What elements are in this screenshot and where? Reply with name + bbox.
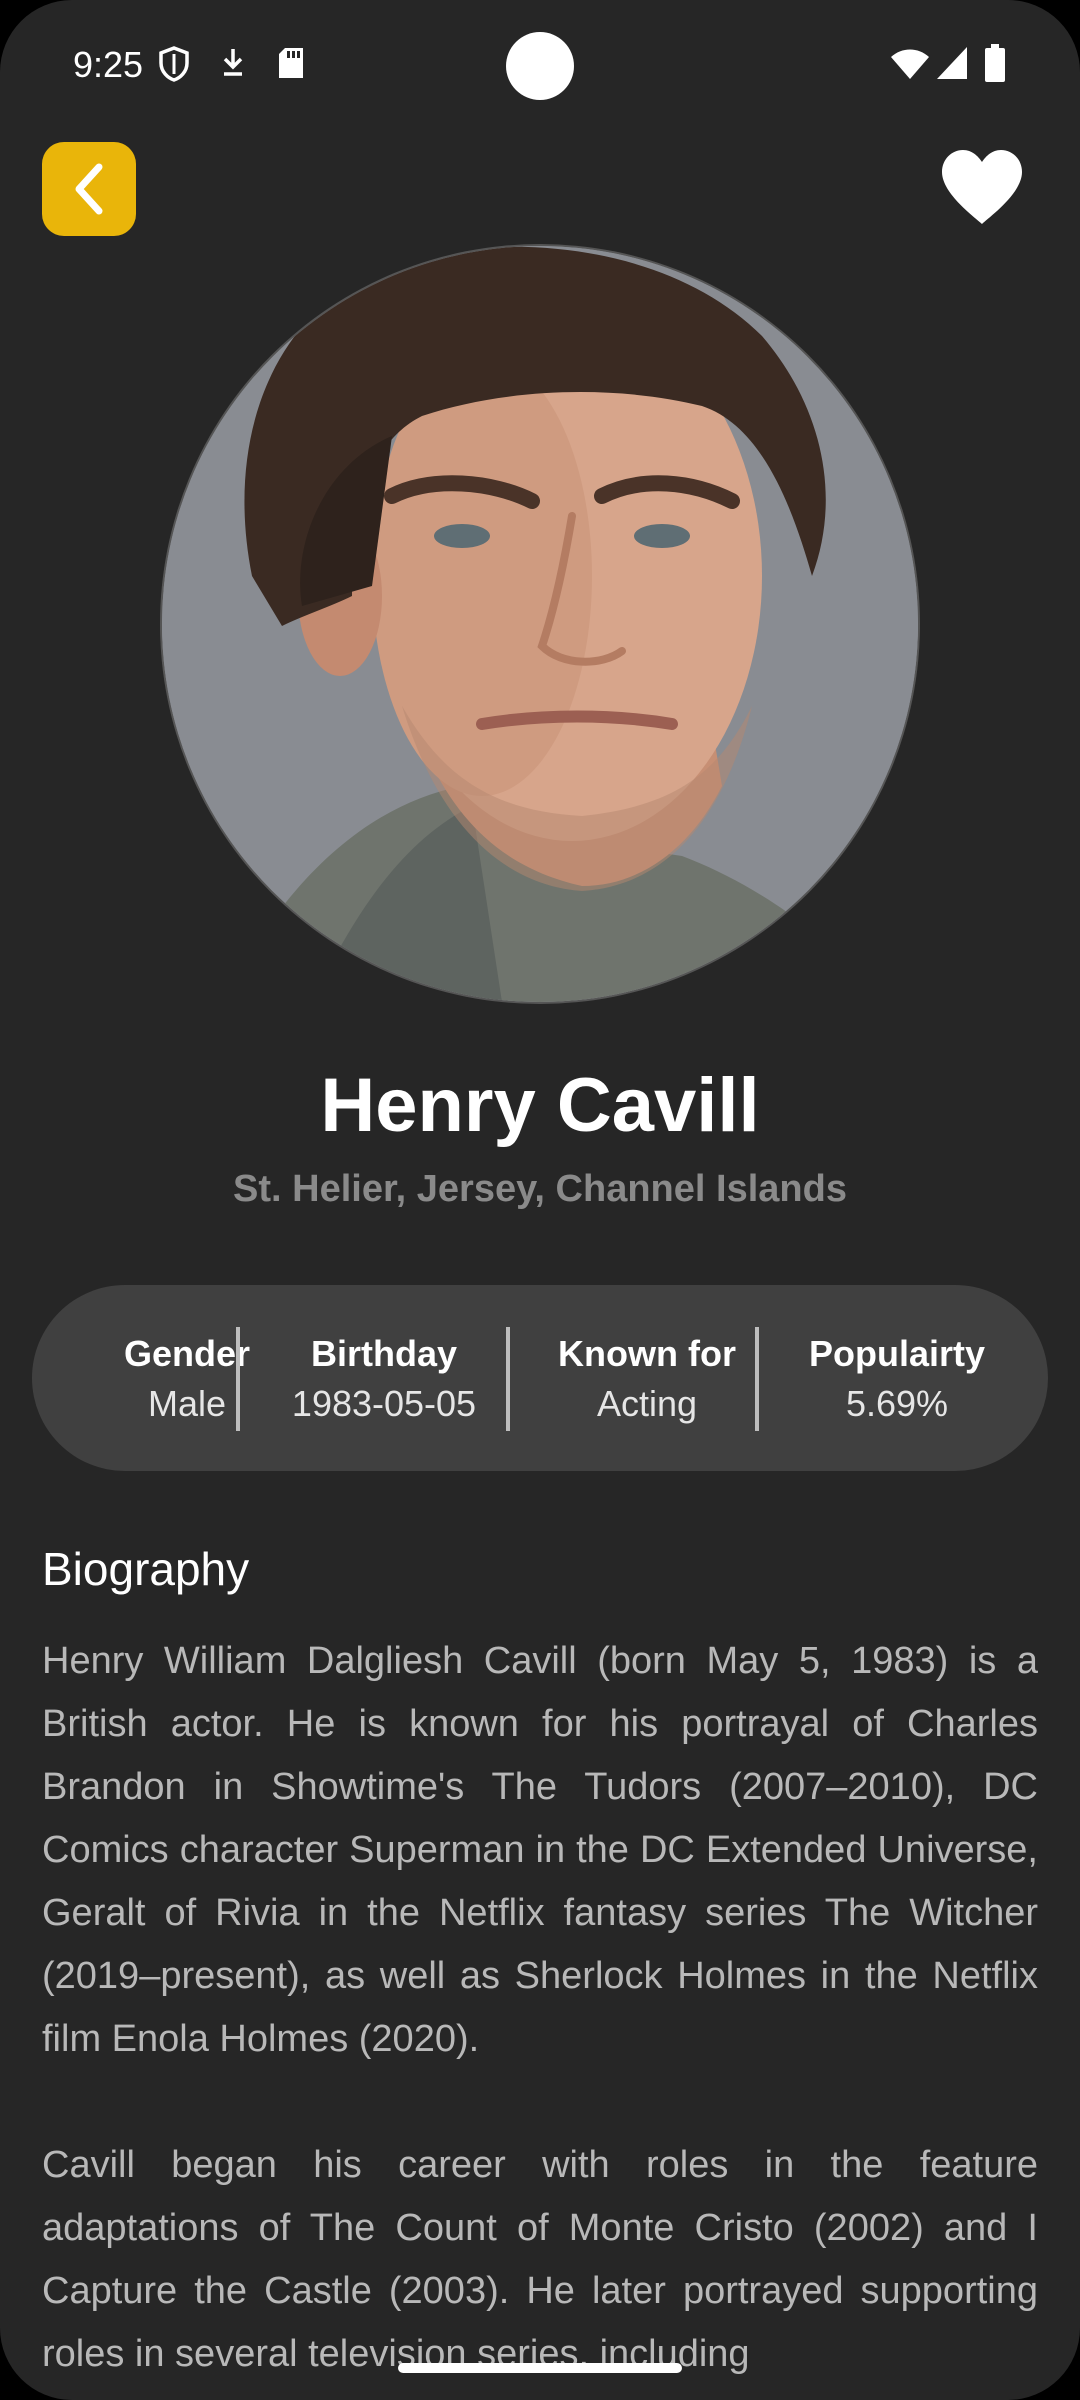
biography-paragraph: Cavill began his career with roles in th… (42, 2144, 1038, 2375)
person-detail-screen: 9:25 Henry Cavill St. Helier, Jersey, Ch… (0, 0, 1080, 2400)
info-value: Acting (596, 1383, 698, 1424)
status-bar: 9:25 (0, 0, 1080, 130)
info-popularity: Populairty 5.69% (772, 1285, 1022, 1471)
info-label: Birthday (310, 1333, 458, 1374)
person-name: Henry Cavill (320, 1063, 760, 1148)
battery-icon (985, 44, 1005, 82)
info-birthday: Birthday 1983-05-05 (254, 1285, 514, 1471)
info-value: 1983-05-05 (291, 1383, 477, 1424)
sd-card-icon (279, 48, 303, 78)
divider (506, 1327, 510, 1431)
profile-photo (162, 246, 918, 1002)
info-label: Populairty (808, 1333, 986, 1374)
download-icon (223, 49, 243, 76)
home-indicator[interactable] (398, 2363, 682, 2373)
chevron-left-icon (75, 163, 103, 215)
back-button[interactable] (42, 142, 136, 236)
divider (236, 1327, 240, 1431)
info-label: Known for (558, 1333, 736, 1374)
divider (755, 1327, 759, 1431)
signal-icon (937, 47, 967, 79)
camera-cutout (506, 32, 574, 100)
wifi-icon (891, 49, 929, 79)
heart-icon[interactable] (938, 148, 1026, 228)
biography-heading: Biography (42, 1543, 250, 1595)
birthplace: St. Helier, Jersey, Channel Islands (233, 1168, 847, 1210)
info-summary: Gender Male Birthday 1983-05-05 Known fo… (32, 1285, 1048, 1471)
info-value: 5.69% (845, 1383, 949, 1424)
info-known-for: Known for Acting (522, 1285, 772, 1471)
status-time: 9:25 (73, 44, 144, 85)
biography-text: Henry William Dalgliesh Cavill (born May… (42, 1630, 1038, 2400)
shield-icon (159, 46, 189, 82)
biography-paragraph: Henry William Dalgliesh Cavill (born May… (42, 1640, 1038, 2060)
